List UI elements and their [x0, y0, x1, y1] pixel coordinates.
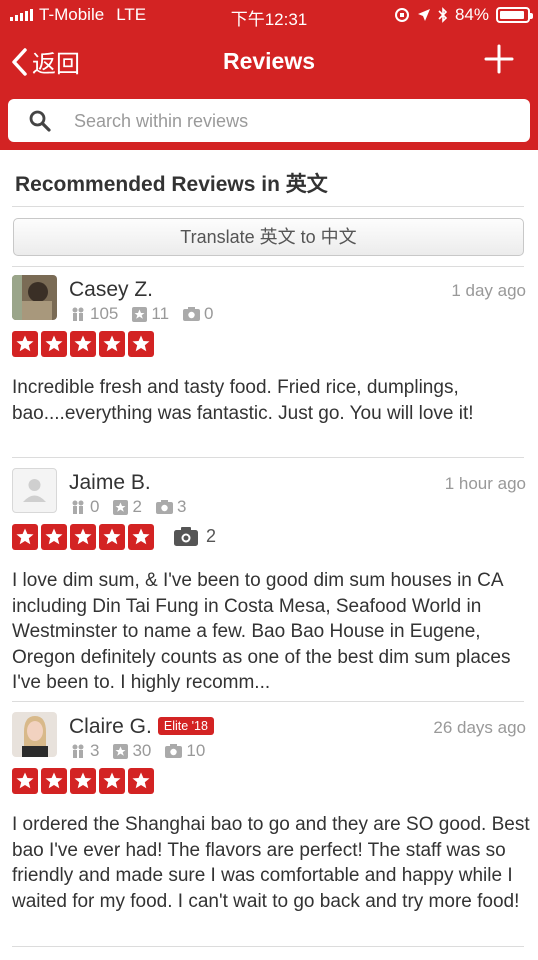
page-title: Reviews — [222, 48, 316, 74]
review-photos-link[interactable]: 2 — [174, 526, 216, 547]
header: T-Mobile LTE 下午12:31 84% 返回 Reviews — [0, 0, 538, 150]
star-icon — [99, 524, 125, 550]
star-rating — [12, 768, 154, 794]
add-review-button[interactable] — [484, 44, 514, 74]
status-bar: T-Mobile LTE 下午12:31 84% — [0, 0, 538, 30]
star-icon — [99, 768, 125, 794]
divider — [12, 946, 524, 947]
battery-percent: 84% — [454, 5, 489, 24]
review-count: 11 — [151, 304, 170, 323]
review-count: 30 — [132, 741, 152, 760]
divider — [12, 266, 524, 267]
star-icon — [70, 768, 96, 794]
bluetooth-icon — [438, 7, 448, 23]
review-item[interactable]: Claire G. Elite '18 26 days ago 3 30 10 I… — [0, 712, 538, 947]
star-icon — [70, 331, 96, 357]
star-rating — [12, 331, 154, 357]
photo-count-icon — [155, 500, 173, 514]
review-text[interactable]: I love dim sum, & I've been to good dim … — [12, 568, 530, 696]
star-icon — [128, 524, 154, 550]
star-icon — [41, 524, 67, 550]
friends-icon — [72, 307, 84, 321]
review-time: 1 day ago — [451, 281, 526, 300]
review-count: 2 — [132, 497, 142, 516]
photo-count-icon — [183, 307, 201, 321]
location-icon — [417, 9, 430, 21]
search-input[interactable] — [74, 107, 514, 135]
review-text[interactable]: Incredible fresh and tasty food. Fried r… — [12, 375, 530, 426]
user-stats: 0 2 3 — [70, 497, 186, 517]
search-bar[interactable] — [8, 99, 530, 142]
review-count-icon — [113, 743, 129, 759]
friends-count: 0 — [90, 497, 100, 516]
user-stats: 105 11 0 — [70, 304, 214, 324]
translate-button[interactable]: Translate 英文 to 中文 — [13, 218, 524, 256]
user-name[interactable]: Claire G. — [69, 715, 152, 738]
star-icon — [99, 331, 125, 357]
review-count-icon — [113, 499, 129, 515]
star-icon — [128, 331, 154, 357]
search-icon — [29, 110, 51, 132]
avatar[interactable] — [12, 712, 57, 757]
star-icon — [128, 768, 154, 794]
user-name-row: Claire G. Elite '18 — [69, 715, 214, 739]
friends-icon — [72, 500, 84, 514]
user-stats: 3 30 10 — [70, 741, 205, 761]
star-icon — [12, 331, 38, 357]
avatar[interactable] — [12, 468, 57, 513]
friends-count: 3 — [90, 741, 100, 760]
review-time: 26 days ago — [433, 718, 526, 737]
star-icon — [41, 331, 67, 357]
friends-icon — [72, 744, 84, 758]
camera-icon — [174, 527, 198, 546]
review-text[interactable]: I ordered the Shanghai bao to go and the… — [12, 812, 530, 914]
friends-count: 105 — [90, 304, 119, 323]
star-icon — [12, 768, 38, 794]
star-icon — [41, 768, 67, 794]
user-name[interactable]: Casey Z. — [69, 278, 153, 302]
rotation-lock-icon — [394, 8, 409, 22]
star-icon — [12, 524, 38, 550]
nav-bar: 返回 Reviews — [0, 38, 538, 84]
star-icon — [70, 524, 96, 550]
photo-count: 0 — [204, 304, 214, 323]
section-title: Recommended Reviews in 英文 — [15, 173, 328, 196]
review-photo-count: 2 — [206, 526, 217, 546]
divider — [12, 457, 524, 458]
review-time: 1 hour ago — [444, 474, 526, 493]
review-item[interactable]: Jaime B. 1 hour ago 0 2 3 2 I love dim s… — [0, 468, 538, 698]
user-name[interactable]: Jaime B. — [69, 471, 151, 495]
photo-count: 3 — [176, 497, 187, 516]
divider — [12, 206, 524, 207]
elite-badge[interactable]: Elite '18 — [157, 717, 214, 735]
avatar[interactable] — [12, 275, 57, 320]
review-count-icon — [132, 306, 148, 322]
divider — [12, 701, 524, 702]
star-rating — [12, 524, 154, 550]
review-item[interactable]: Casey Z. 1 day ago 105 11 0 Incredible f… — [0, 275, 538, 455]
photo-count: 10 — [186, 741, 206, 760]
battery-icon — [496, 7, 533, 23]
photo-count-icon — [165, 744, 183, 758]
